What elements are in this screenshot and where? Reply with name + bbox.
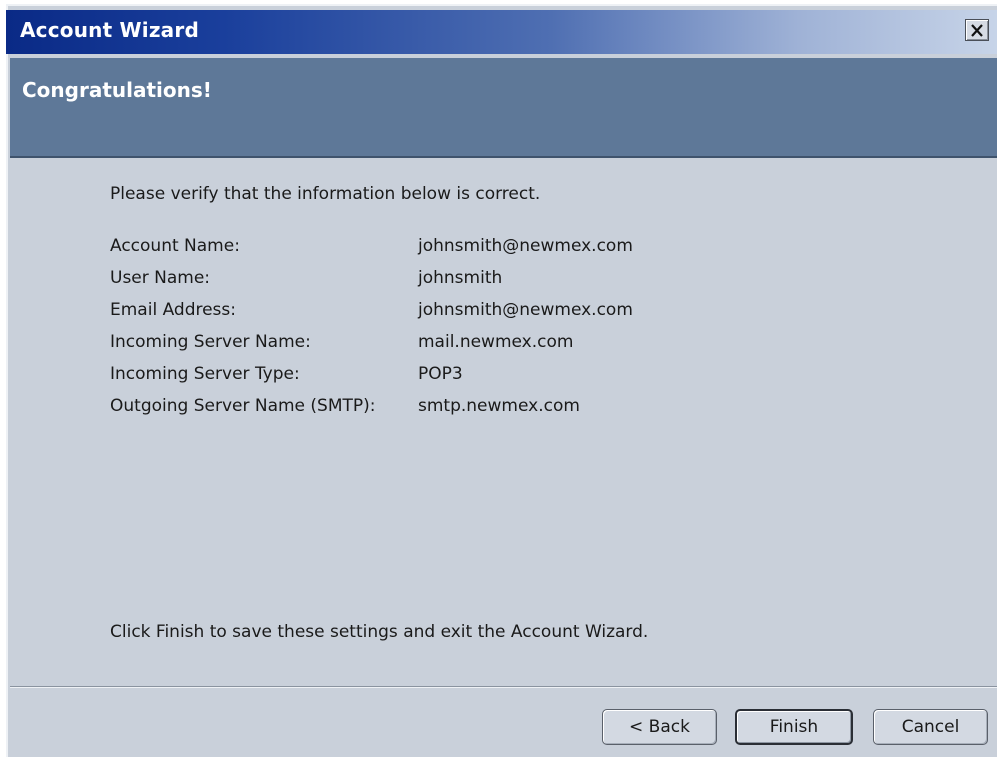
button-separator <box>10 686 997 688</box>
finish-button[interactable]: Finish <box>735 709 853 745</box>
wizard-page-header: Congratulations! <box>10 58 997 158</box>
summary-label: Incoming Server Type: <box>110 364 300 384</box>
summary-label: Account Name: <box>110 236 240 256</box>
back-button[interactable]: < Back <box>602 709 717 745</box>
page-header-title: Congratulations! <box>22 78 212 102</box>
summary-label: User Name: <box>110 268 211 288</box>
close-button[interactable] <box>965 19 989 41</box>
summary-label: Outgoing Server Name (SMTP): <box>110 396 376 416</box>
summary-label: Incoming Server Name: <box>110 332 311 352</box>
summary-label: Email Address: <box>110 300 236 320</box>
summary-value: smtp.newmex.com <box>418 396 580 416</box>
finish-instruction-text: Click Finish to save these settings and … <box>110 622 649 642</box>
close-x-icon <box>971 23 983 37</box>
summary-row-account-name: Account Name: johnsmith@newmex.com <box>110 230 633 262</box>
summary-value: johnsmith@newmex.com <box>418 300 633 320</box>
summary-value: POP3 <box>418 364 463 384</box>
title-bar[interactable]: Account Wizard <box>6 10 997 54</box>
summary-row-email-address: Email Address: johnsmith@newmex.com <box>110 294 633 326</box>
summary-row-user-name: User Name: johnsmith <box>110 262 633 294</box>
summary-row-incoming-server-type: Incoming Server Type: POP3 <box>110 358 633 390</box>
summary-row-outgoing-server-name: Outgoing Server Name (SMTP): smtp.newmex… <box>110 390 633 422</box>
summary-value: johnsmith@newmex.com <box>418 236 633 256</box>
window-title: Account Wizard <box>20 18 199 42</box>
summary-value: johnsmith <box>418 268 503 288</box>
summary-value: mail.newmex.com <box>418 332 574 352</box>
cancel-button[interactable]: Cancel <box>873 709 988 745</box>
intro-text: Please verify that the information below… <box>110 184 541 204</box>
summary-row-incoming-server-name: Incoming Server Name: mail.newmex.com <box>110 326 633 358</box>
account-summary-table: Account Name: johnsmith@newmex.com User … <box>110 230 633 422</box>
